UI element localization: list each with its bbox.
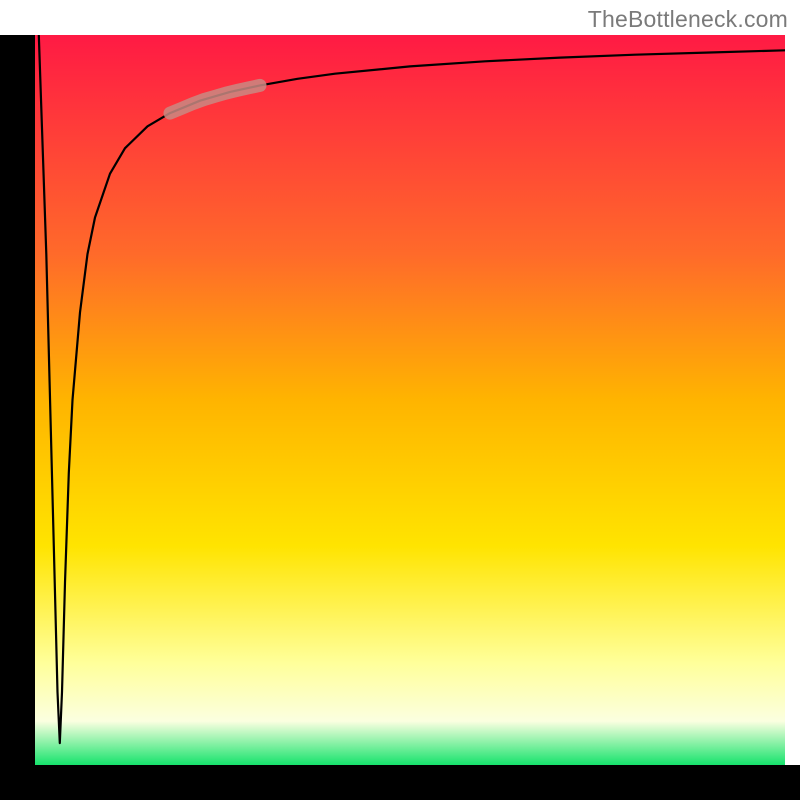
heat-gradient <box>35 35 785 765</box>
chart-root: TheBottleneck.com <box>0 0 800 800</box>
plot-area <box>35 35 785 765</box>
